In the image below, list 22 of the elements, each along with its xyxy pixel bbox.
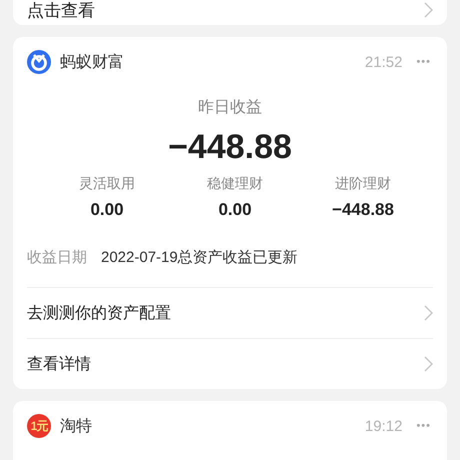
chevron-icon — [424, 356, 433, 372]
stat-label: 灵活取用 — [79, 175, 135, 193]
app-name: 蚂蚁财富 — [60, 52, 125, 72]
date-label: 收益日期 — [27, 248, 87, 266]
stat-value: −448.88 — [332, 200, 394, 220]
stat-value: 0.00 — [90, 200, 124, 220]
time-text: 21:52 — [364, 54, 402, 70]
clock-logo-icon — [27, 50, 51, 74]
time-text: 19:12 — [364, 418, 402, 434]
link-text[interactable]: 点击查看 — [27, 0, 95, 22]
action-link[interactable]: 去测测你的资产配置 — [27, 302, 171, 324]
app-name: 淘特 — [60, 416, 93, 436]
headline-label: 昨日收益 — [197, 98, 263, 118]
chevron-icon — [424, 305, 433, 321]
date-text: 2022-07-19总资产收益已更新 — [101, 248, 298, 266]
chevron-icon — [424, 2, 433, 18]
stat-value: 0.00 — [218, 200, 252, 220]
action-link[interactable]: 查看详情 — [27, 354, 91, 374]
app-badge: 1元 — [27, 414, 51, 438]
headline-value: −448.88 — [168, 128, 292, 167]
stat-label: 稳健理财 — [207, 175, 263, 193]
stat-label: 进阶理财 — [335, 175, 391, 193]
